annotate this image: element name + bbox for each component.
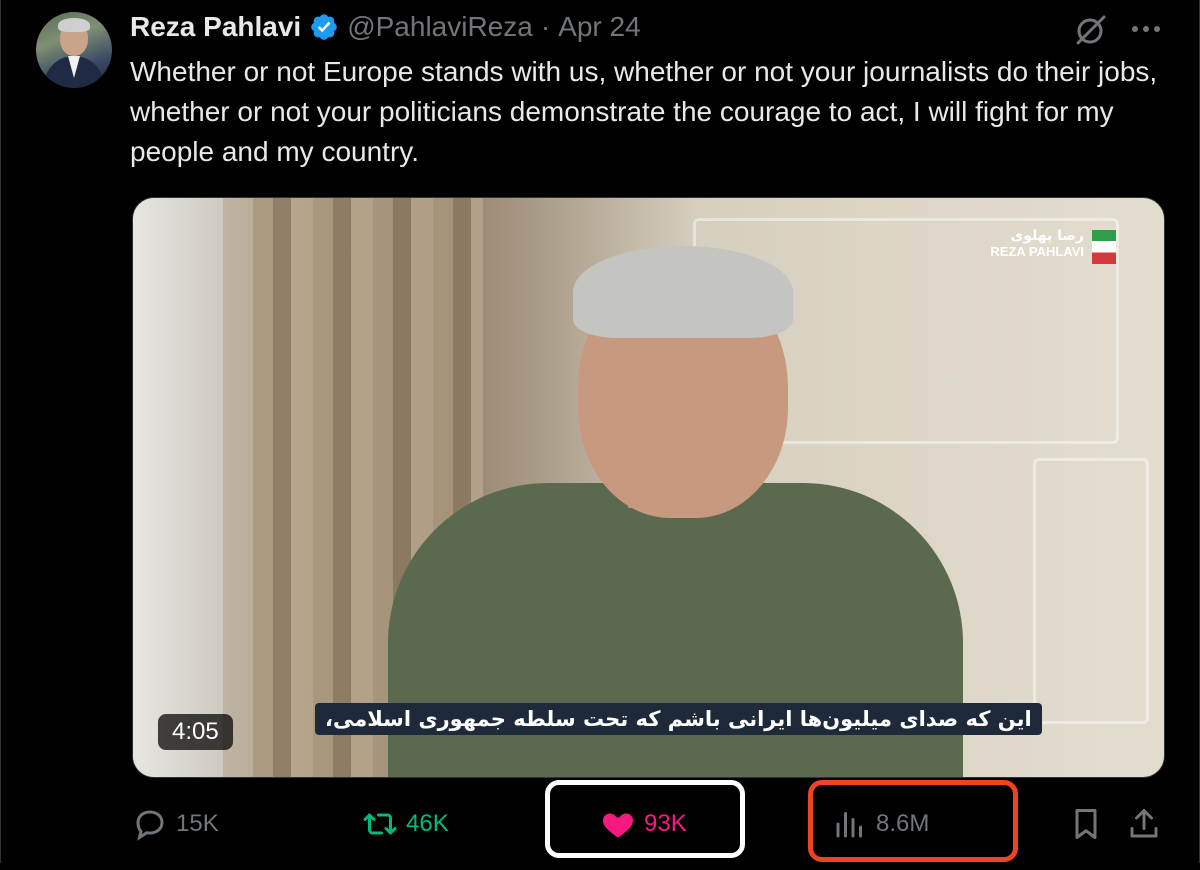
avatar-hair <box>58 18 90 32</box>
tweet-header: Reza Pahlavi @PahlaviReza · Apr 24 <box>130 8 641 46</box>
share-icon <box>1130 809 1158 838</box>
bookmark-button[interactable] <box>1068 778 1112 870</box>
reply-icon <box>136 810 164 841</box>
video-duration: 4:05 <box>158 714 233 750</box>
repost-icon <box>363 813 397 835</box>
video-scene-curtain <box>133 198 223 777</box>
repost-button[interactable]: 46K <box>362 778 449 870</box>
video-brand: رضا پهلوی REZA PAHLAVI <box>990 228 1084 260</box>
repost-count: 46K <box>406 810 449 837</box>
brand-name-fa: رضا پهلوی <box>1010 228 1084 244</box>
reply-count: 15K <box>176 810 219 837</box>
brand-name-en: REZA PAHLAVI <box>990 244 1084 259</box>
share-button[interactable] <box>1126 778 1170 870</box>
bookmark-icon <box>1075 809 1097 839</box>
grok-icon[interactable] <box>1073 12 1109 48</box>
tweet-date[interactable]: Apr 24 <box>558 11 641 43</box>
author-handle[interactable]: @PahlaviReza <box>347 11 533 43</box>
verified-badge-icon <box>311 14 338 40</box>
highlight-box-views <box>808 780 1018 862</box>
highlight-box-likes <box>545 780 745 858</box>
brand-flag-icon <box>1092 230 1116 264</box>
video-person-hair <box>573 246 793 338</box>
video-player[interactable]: رضا پهلوی REZA PAHLAVI این که صدای میلیو… <box>132 197 1165 778</box>
tweet-text: Whether or not Europe stands with us, wh… <box>130 56 1158 167</box>
more-icon[interactable] <box>1128 14 1164 44</box>
avatar[interactable] <box>36 12 112 88</box>
video-scene-wall-panel <box>1033 458 1149 724</box>
separator: · <box>540 11 551 42</box>
reply-button[interactable]: 15K <box>132 778 219 870</box>
author-name[interactable]: Reza Pahlavi <box>130 11 301 43</box>
video-subtitle: این که صدای میلیون‌ها ایرانی باشم که تحت… <box>315 703 1042 735</box>
